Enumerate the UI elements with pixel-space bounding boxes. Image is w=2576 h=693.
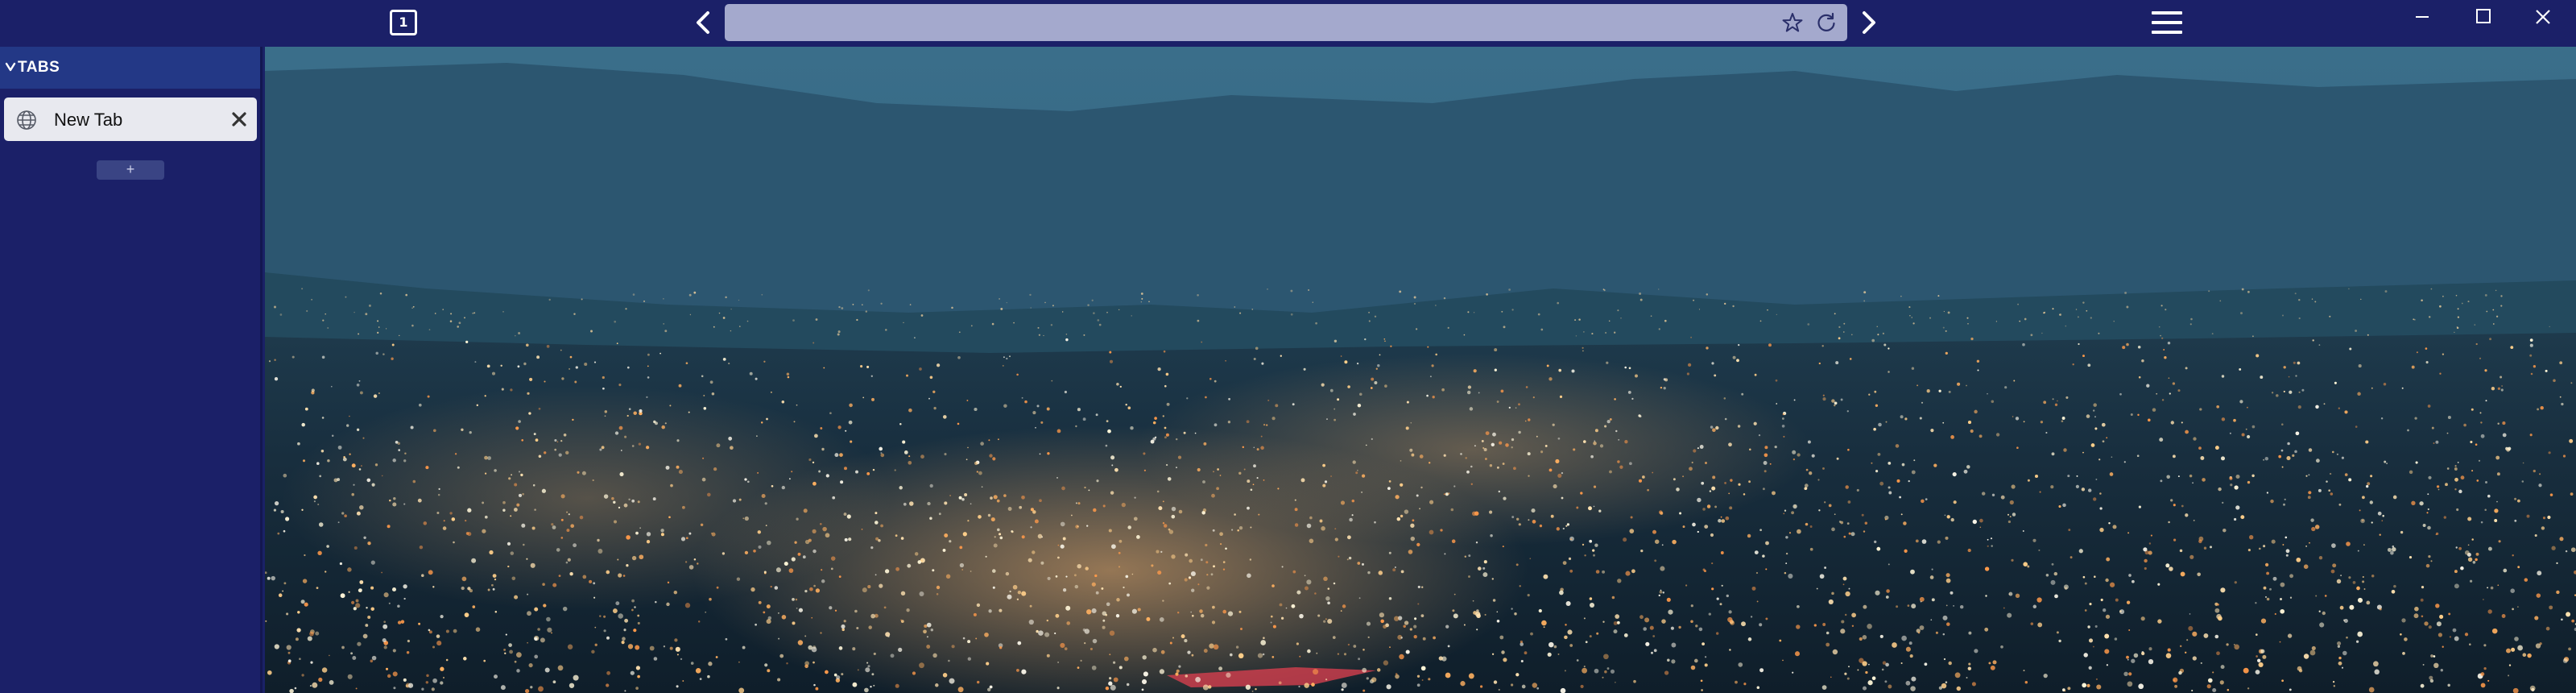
chevron-right-icon (1863, 11, 1875, 34)
tabs-section-header[interactable]: TABS (0, 47, 260, 89)
new-tab-page (265, 47, 2576, 693)
tabs-sidebar: TABS New Tab + (0, 47, 263, 693)
back-button[interactable] (689, 6, 718, 39)
tab-item-new-tab[interactable]: New Tab (4, 98, 257, 141)
tab-count-button[interactable]: 1 (390, 10, 417, 35)
close-icon (2536, 10, 2550, 24)
city-night-background (265, 47, 2576, 693)
reload-icon[interactable] (1815, 11, 1838, 34)
star-icon[interactable] (1781, 11, 1804, 34)
close-tab-icon[interactable] (229, 110, 249, 129)
minimize-icon (2416, 16, 2429, 18)
minimize-button[interactable] (2406, 3, 2438, 31)
tabs-header-label: TABS (18, 59, 60, 76)
globe-icon (17, 110, 36, 130)
hamburger-menu-icon[interactable] (2152, 10, 2182, 35)
title-bar: 1 (0, 0, 2576, 47)
maximize-icon (2476, 9, 2491, 23)
forward-button[interactable] (1854, 6, 1883, 39)
chevron-left-icon (697, 11, 709, 34)
url-input[interactable] (734, 4, 1768, 43)
chevron-down-icon (5, 62, 16, 72)
address-bar[interactable] (725, 4, 1847, 43)
new-tab-button[interactable]: + (97, 160, 164, 180)
close-window-button[interactable] (2527, 3, 2559, 31)
tab-title: New Tab (54, 110, 123, 130)
maximize-button[interactable] (2467, 3, 2500, 31)
